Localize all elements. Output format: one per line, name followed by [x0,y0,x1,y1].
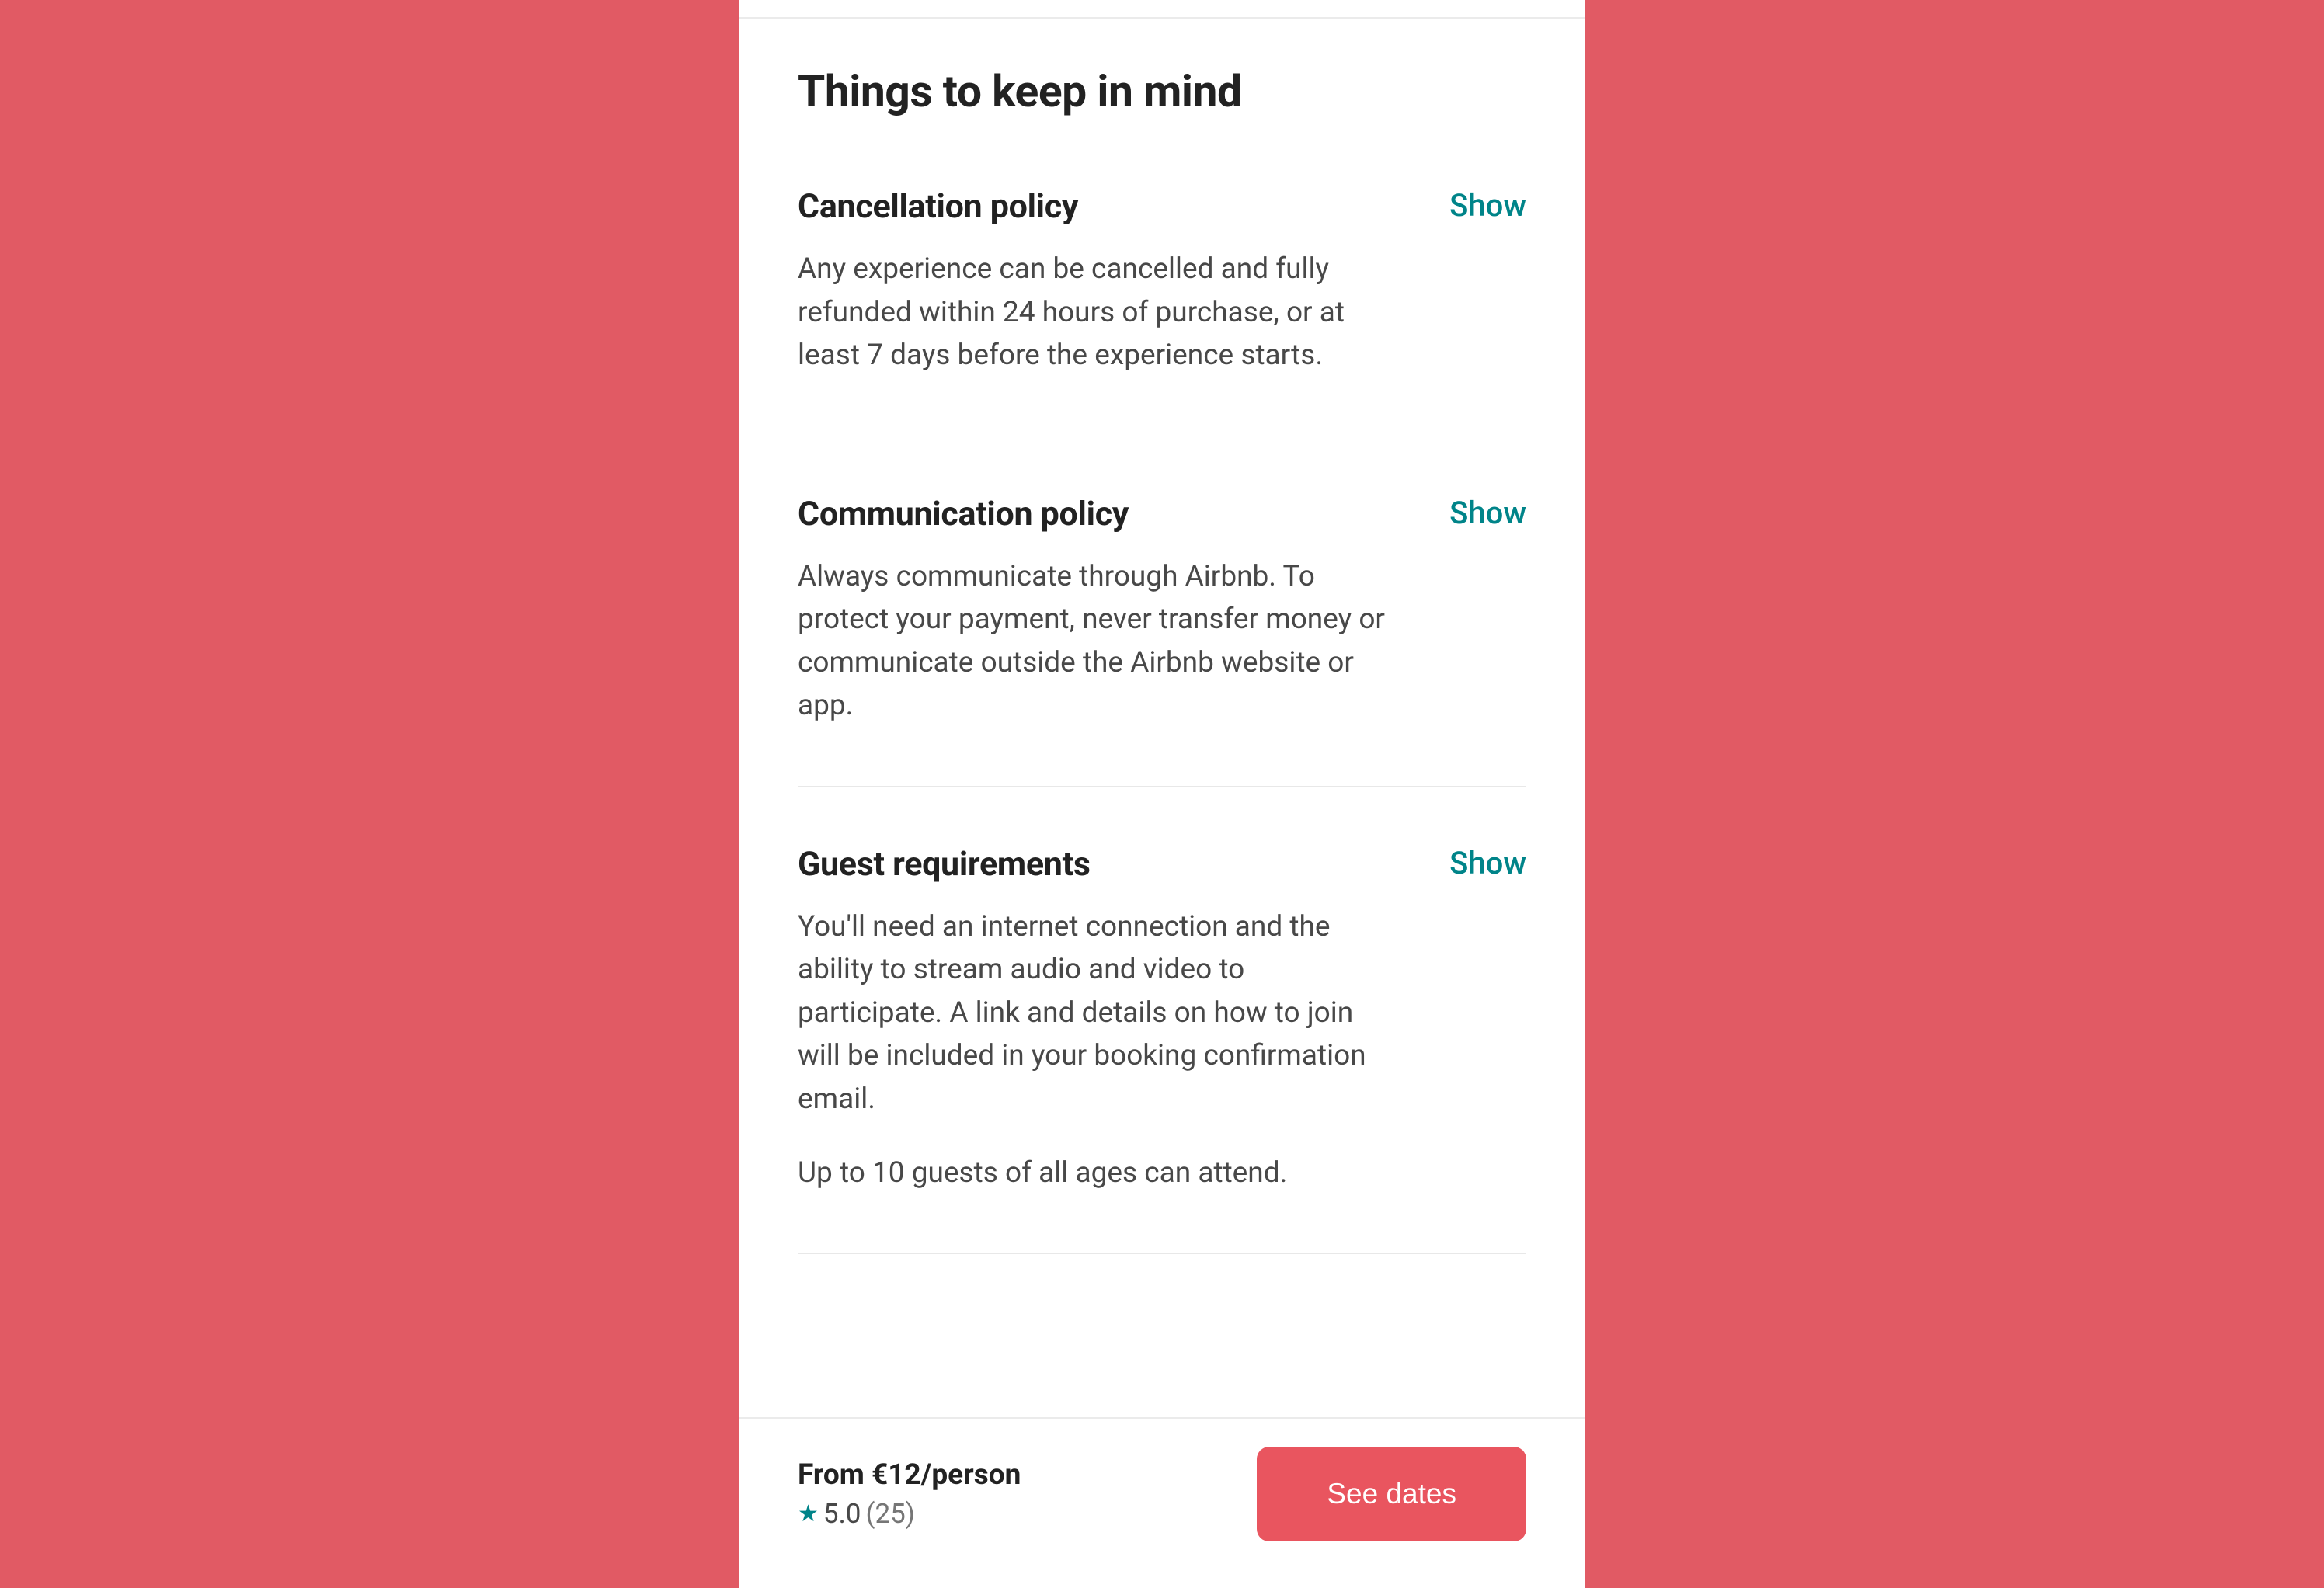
mobile-frame: Things to keep in mind Cancellation poli… [739,0,1585,1588]
policy-body: Always communicate through Airbnb. To pr… [798,555,1396,728]
policy-header: Guest requirements Show [798,845,1526,884]
policy-header: Communication policy Show [798,495,1526,533]
policy-text: You'll need an internet connection and t… [798,905,1396,1121]
policy-text: Always communicate through Airbnb. To pr… [798,555,1396,728]
price-block: From €12/person ★ 5.0 (25) [798,1458,1021,1530]
show-link-guest-requirements[interactable]: Show [1449,845,1526,881]
policy-body: Any experience can be cancelled and full… [798,248,1396,377]
show-link-communication[interactable]: Show [1449,495,1526,531]
star-icon: ★ [798,1500,819,1527]
policy-title: Cancellation policy [798,187,1078,226]
policy-body: You'll need an internet connection and t… [798,905,1396,1195]
policy-title: Guest requirements [798,845,1091,884]
rating-value: 5.0 [823,1498,861,1530]
section-title: Things to keep in mind [798,65,1526,117]
show-link-cancellation[interactable]: Show [1449,187,1526,224]
policy-title: Communication policy [798,495,1129,533]
price-text: From €12/person [798,1458,1021,1492]
see-dates-button[interactable]: See dates [1257,1447,1526,1541]
footer-bar: From €12/person ★ 5.0 (25) See dates [739,1417,1585,1588]
policy-text: Any experience can be cancelled and full… [798,248,1396,377]
rating-count: (25) [865,1498,915,1530]
policy-text: Up to 10 guests of all ages can attend. [798,1152,1396,1195]
content-area: Things to keep in mind Cancellation poli… [739,19,1585,1588]
policy-item-cancellation: Cancellation policy Show Any experience … [798,187,1526,436]
policy-item-communication: Communication policy Show Always communi… [798,495,1526,787]
policy-header: Cancellation policy Show [798,187,1526,226]
rating-row[interactable]: ★ 5.0 (25) [798,1498,1021,1530]
policy-item-guest-requirements: Guest requirements Show You'll need an i… [798,845,1526,1254]
